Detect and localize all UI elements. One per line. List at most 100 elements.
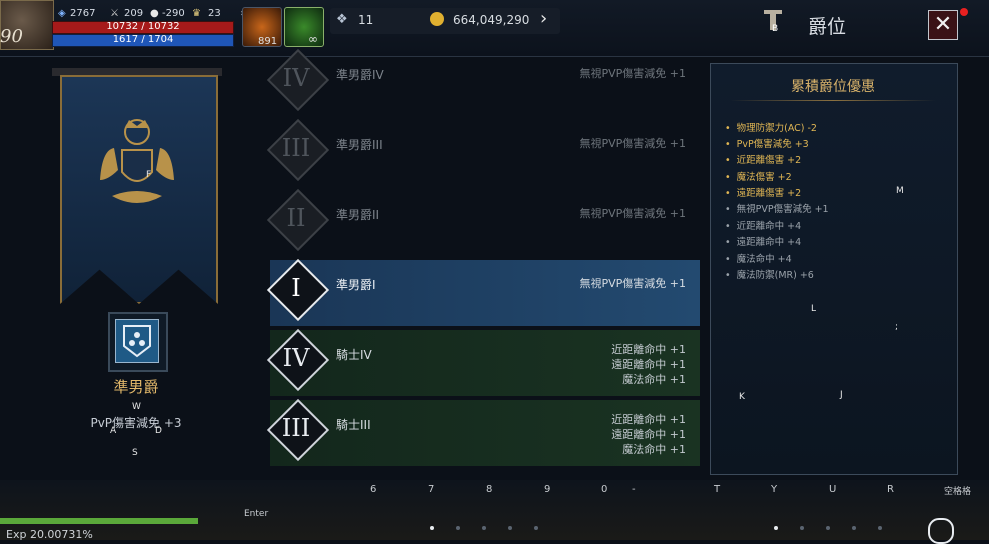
rank-row-current[interactable]: I 準男爵I 無視PVP傷害減免 +1 xyxy=(266,258,700,326)
page-dot[interactable] xyxy=(508,526,512,530)
rank-numeral: II xyxy=(286,204,306,232)
hotkey-u[interactable]: U xyxy=(829,484,836,495)
rank-row[interactable]: III 騎士III 近距離命中 +1 遠距離命中 +1 魔法命中 +1 xyxy=(266,398,700,466)
hotkey-minus[interactable]: - xyxy=(632,484,636,495)
notification-dot xyxy=(960,8,968,16)
hotkey-j: J xyxy=(840,390,843,400)
rank-numeral: III xyxy=(281,134,311,162)
page-dot[interactable] xyxy=(800,526,804,530)
page-dot[interactable] xyxy=(774,526,778,530)
hotkey-0[interactable]: 0 xyxy=(601,484,607,495)
menu-ring-icon[interactable] xyxy=(928,518,954,544)
stat-2-value: 209 xyxy=(124,8,144,19)
character-level: 90 xyxy=(0,26,23,47)
benefit-item: 魔法防禦(MR) +6 xyxy=(725,267,814,281)
rank-row-name: 準男爵II xyxy=(336,208,380,222)
leaf-buff-slot[interactable] xyxy=(284,7,324,47)
chevron-right-icon[interactable]: › xyxy=(540,8,547,29)
lamp-icon: ● xyxy=(150,8,159,19)
rank-row-bonus: 無視PVP傷害減免 +1 xyxy=(579,137,686,150)
gold-coin-icon xyxy=(430,12,444,26)
rank-row-bonus-ranged: 遠距離命中 +1 xyxy=(611,428,686,441)
rank-row[interactable]: II 準男爵II 無視PVP傷害減免 +1 xyxy=(266,188,700,256)
stat-1-value: 2767 xyxy=(70,8,96,19)
hotkey-9[interactable]: 9 xyxy=(544,484,550,495)
rank-row-name: 騎士III xyxy=(336,418,371,432)
rank-row-bonus-melee: 近距離命中 +1 xyxy=(611,413,686,426)
rank-numeral: III xyxy=(281,414,311,442)
rank-row[interactable]: III 準男爵III 無視PVP傷害減免 +1 xyxy=(266,118,700,186)
hotkey-6[interactable]: 6 xyxy=(370,484,376,495)
infinity-icon: ∞ xyxy=(308,32,318,46)
rank-numeral: IV xyxy=(282,64,310,92)
space-key-label[interactable]: 空格格 xyxy=(944,484,971,497)
rank-row-bonus-magic: 魔法命中 +1 xyxy=(622,443,686,456)
hotkey-f: F xyxy=(146,170,152,180)
exp-bar xyxy=(0,518,198,524)
stat-4-value: 23 xyxy=(208,8,221,19)
page-dot[interactable] xyxy=(534,526,538,530)
mp-text: 1617 / 1704 xyxy=(112,34,174,45)
current-rank-name: 準男爵 xyxy=(113,378,159,396)
benefit-item: 魔法傷害 +2 xyxy=(725,169,792,183)
benefit-item: 物理防禦力(AC) -2 xyxy=(725,120,817,134)
benefit-item: 遠距離命中 +4 xyxy=(725,234,802,248)
hotkey-l: L xyxy=(811,304,817,314)
crystal-icon: ❖ xyxy=(336,12,348,27)
rank-row-bonus-magic: 魔法命中 +1 xyxy=(622,373,686,386)
benefit-item: 無視PVP傷害減免 +1 xyxy=(725,201,829,215)
hotkey-a: A xyxy=(110,426,117,436)
benefits-divider xyxy=(730,100,936,101)
rank-row-bonus: 無視PVP傷害減免 +1 xyxy=(579,277,686,290)
page-dot[interactable] xyxy=(878,526,882,530)
hp-text: 10732 / 10732 xyxy=(106,21,180,32)
benefit-item: 近距離傷害 +2 xyxy=(725,152,802,166)
hotkey-t[interactable]: T xyxy=(714,484,720,495)
page-dot[interactable] xyxy=(852,526,856,530)
stat-1-icon: ◈ xyxy=(58,8,66,19)
stat-3-value: -290 xyxy=(162,8,185,19)
page-dot[interactable] xyxy=(456,526,460,530)
benefit-item: PvP傷害減免 +3 xyxy=(725,136,809,150)
gold-amount: 664,049,290 xyxy=(453,13,530,27)
crystal-count: 11 xyxy=(358,13,374,27)
enter-key-label[interactable]: Enter xyxy=(244,509,268,519)
hotkey-m: M xyxy=(896,186,904,196)
page-dot[interactable] xyxy=(430,526,434,530)
rank-row-name: 準男爵IV xyxy=(336,68,384,82)
rank-numeral: I xyxy=(291,274,301,302)
page-dot[interactable] xyxy=(482,526,486,530)
hotkey-s: S xyxy=(132,448,138,458)
crest-emblem xyxy=(92,110,182,220)
bottom-hud xyxy=(0,480,989,540)
hotkey-7[interactable]: 7 xyxy=(428,484,434,495)
hp-bar: 10732 / 10732 xyxy=(52,21,234,34)
benefits-title: 累積爵位優惠 xyxy=(791,79,875,95)
rank-row-name: 騎士IV xyxy=(336,348,372,362)
hotkey-r[interactable]: R xyxy=(887,484,894,495)
page-dot[interactable] xyxy=(826,526,830,530)
rank-row-bonus: 近距離命中 +1 遠距離命中 +1 魔法命中 +1 xyxy=(611,412,686,457)
rank-numeral: IV xyxy=(282,344,310,372)
benefit-item: 遠距離傷害 +2 xyxy=(725,185,802,199)
hotkey-k: K xyxy=(739,392,745,402)
rank-shield-icon xyxy=(115,319,159,363)
rank-row[interactable]: IV 準男爵IV 無視PVP傷害減免 +1 xyxy=(266,48,700,116)
current-rank-bonus: PvP傷害減免 +3 xyxy=(90,416,182,430)
rank-row-bonus-melee: 近距離命中 +1 xyxy=(611,343,686,356)
banner-pole xyxy=(52,68,222,76)
hotkey-y[interactable]: Y xyxy=(771,484,777,495)
rank-row-bonus: 近距離命中 +1 遠距離命中 +1 魔法命中 +1 xyxy=(611,342,686,387)
rank-row-bonus-ranged: 遠距離命中 +1 xyxy=(611,358,686,371)
trophy-icon: ♛ xyxy=(192,8,201,19)
rank-badge-letter: B xyxy=(772,24,779,34)
rank-row-bonus: 無視PVP傷害減免 +1 xyxy=(579,207,686,220)
hotkey-semicolon: ; xyxy=(895,322,899,332)
rank-row-name: 準男爵I xyxy=(336,278,376,292)
mp-bar: 1617 / 1704 xyxy=(52,34,234,47)
rank-row[interactable]: IV 騎士IV 近距離命中 +1 遠距離命中 +1 魔法命中 +1 xyxy=(266,328,700,396)
close-button[interactable]: ✕ xyxy=(928,10,958,40)
window-title: 爵位 xyxy=(808,16,847,38)
hotkey-w: W xyxy=(132,402,141,412)
hotkey-8[interactable]: 8 xyxy=(486,484,492,495)
